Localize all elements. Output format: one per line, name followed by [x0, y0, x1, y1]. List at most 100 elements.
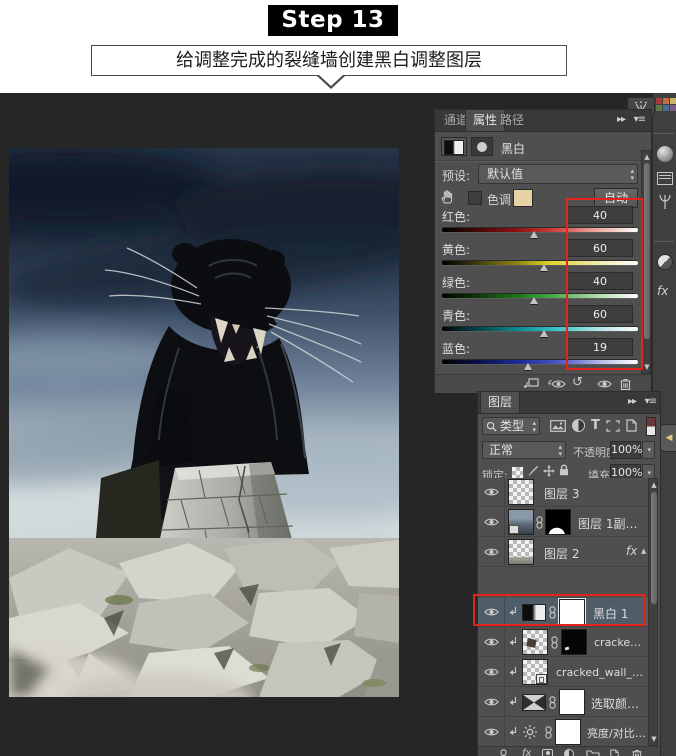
tint-color-swatch[interactable] [513, 189, 533, 207]
visibility-toggle[interactable] [478, 478, 505, 506]
layer-row-cracked-wall-by-adig[interactable]: cracked_wall__by_adig... [478, 658, 648, 687]
previous-state-icon[interactable] [548, 378, 566, 389]
fx-collapse-icon[interactable]: ▲ [641, 547, 646, 555]
properties-bottom-bar: ↺ [435, 374, 651, 393]
visibility-toggle[interactable] [478, 508, 505, 536]
slider-blue-label: 蓝色: [442, 340, 470, 357]
properties-scroll-thumb[interactable] [644, 163, 650, 339]
filter-toggle-switch[interactable] [646, 417, 656, 436]
filter-smartobject-icon[interactable] [626, 419, 637, 432]
layers-scroll-down-icon[interactable]: ▼ [649, 734, 659, 744]
layer-name: 亮度/对比度 1 [587, 725, 647, 741]
layers-menu-icon[interactable]: ▾≡ [645, 396, 656, 407]
slider-red-thumb[interactable] [530, 231, 538, 238]
layer-thumbnail[interactable] [522, 659, 548, 685]
pen-warp-icon[interactable] [657, 194, 673, 210]
slider-green-thumb[interactable] [530, 297, 538, 304]
lock-move-icon[interactable] [543, 465, 555, 477]
new-group-icon[interactable] [586, 749, 600, 756]
preset-dropdown[interactable]: 默认值 ▴▾ [478, 164, 638, 184]
layer-row-brightness-contrast1[interactable]: 亮度/对比度 1 [478, 718, 648, 747]
targeted-adjust-hand-icon[interactable] [440, 189, 455, 204]
trash-icon[interactable] [620, 378, 631, 390]
scroll-up-icon[interactable]: ▲ [642, 152, 652, 162]
mask-link-icon[interactable] [545, 726, 552, 739]
brightness-contrast-layer-icon[interactable] [523, 725, 537, 739]
filter-type-icon[interactable]: T [591, 418, 600, 433]
layer-row-layer1-copy2[interactable]: 图层 1副本 2 [478, 508, 648, 537]
layer-row-selective-color1[interactable]: 选取颜色 1 [478, 688, 648, 717]
slider-cyan-thumb[interactable] [540, 330, 548, 337]
clip-to-layer-icon[interactable] [523, 378, 539, 390]
new-adjustment-icon[interactable] [564, 749, 574, 756]
layer-thumbnail[interactable] [522, 629, 548, 655]
panel-menu-icon[interactable]: ▾≡ [634, 114, 645, 125]
fx-icon[interactable]: fx [657, 284, 668, 298]
visibility-toggle[interactable] [478, 538, 505, 566]
document-canvas-photo[interactable] [9, 148, 399, 697]
lock-all-icon[interactable] [559, 464, 569, 476]
new-layer-icon[interactable] [610, 749, 619, 756]
opacity-dropdown-button[interactable]: ▾ [642, 441, 655, 459]
delete-layer-icon[interactable] [632, 749, 642, 756]
color-sphere-icon[interactable] [657, 146, 673, 162]
reset-icon[interactable]: ↺ [572, 375, 583, 390]
add-mask-icon[interactable] [542, 749, 553, 756]
mask-link-icon[interactable] [536, 516, 543, 529]
adjustments-half-circle-icon[interactable] [657, 254, 673, 270]
kind-filter-dropdown[interactable]: 类型 ▴▾ [482, 417, 540, 435]
link-layers-icon[interactable] [500, 749, 507, 756]
expand-dock-chevron[interactable]: ◀ [660, 424, 676, 452]
layer-name: 图层 3 [544, 485, 644, 502]
preset-label: 预设: [442, 167, 470, 184]
layer-row-layer3[interactable]: 图层 3 [478, 478, 648, 507]
selective-color-layer-icon[interactable] [522, 694, 546, 711]
opacity-value[interactable]: 100% [610, 441, 641, 459]
slider-blue-thumb[interactable] [524, 363, 532, 370]
filter-shape-icon[interactable] [606, 420, 620, 432]
layer-mask-thumbnail[interactable] [559, 689, 585, 715]
mask-link-icon[interactable] [549, 696, 556, 709]
layer-thumbnail[interactable] [508, 539, 534, 565]
layer-mask-thumbnail[interactable] [545, 509, 571, 535]
tab-paths[interactable]: 路径 [493, 110, 531, 131]
tab-layers[interactable]: 图层 [480, 392, 520, 413]
tutorial-page: Step 13 给调整完成的裂缝墙创建黑白调整图层 [0, 0, 676, 756]
visibility-toggle[interactable] [478, 628, 505, 656]
preset-value: 默认值 [487, 167, 523, 181]
visibility-toggle[interactable] [478, 718, 505, 746]
panther-statue-photo [9, 148, 399, 697]
preset-updown-icon: ▴▾ [630, 168, 634, 182]
filter-adjustment-icon[interactable] [572, 419, 585, 432]
visibility-toggle[interactable] [478, 688, 505, 716]
filter-image-icon[interactable] [550, 420, 566, 432]
kind-updown-icon: ▴▾ [532, 420, 536, 434]
scroll-down-icon[interactable]: ▼ [642, 362, 652, 372]
layer-thumbnail[interactable] [508, 479, 534, 505]
layers-scroll-up-icon[interactable]: ▲ [649, 480, 659, 490]
blend-mode-dropdown[interactable]: 正常 ▴▾ [482, 441, 566, 459]
layers-collapse-icon[interactable]: ▸▸ [628, 396, 636, 407]
step-title: Step 13 [268, 5, 398, 36]
swatches-grid-icon[interactable] [656, 98, 674, 111]
layers-scrollbar[interactable]: ▲ ▼ [648, 478, 658, 746]
collapse-panel-icon[interactable]: ▸▸ [617, 114, 625, 125]
visibility-eye-icon[interactable] [597, 379, 612, 389]
slider-cyan-label: 青色: [442, 307, 470, 324]
tint-checkbox[interactable] [468, 191, 482, 205]
dock-divider2 [654, 240, 674, 241]
layer-row-layer2[interactable]: 图层 2 fx ▲ [478, 538, 648, 567]
layer-mask-thumbnail[interactable] [561, 629, 587, 655]
visibility-toggle[interactable] [478, 658, 505, 686]
annotation-rect-slider-values [566, 198, 643, 370]
layer-mask-thumbnail[interactable] [555, 719, 581, 745]
slider-yellow-thumb[interactable] [540, 264, 548, 271]
layers-scroll-thumb[interactable] [651, 492, 657, 604]
styles-icon[interactable] [657, 172, 673, 185]
layer-fx-badge[interactable]: fx [626, 544, 637, 558]
layer-thumbnail[interactable] [508, 509, 534, 535]
layer-style-fx-icon[interactable]: fx [522, 748, 531, 756]
mask-link-icon[interactable] [551, 636, 558, 649]
lock-brush-icon[interactable] [527, 465, 539, 477]
layer-row-cracked-wall[interactable]: cracked_wall__... [478, 628, 648, 657]
